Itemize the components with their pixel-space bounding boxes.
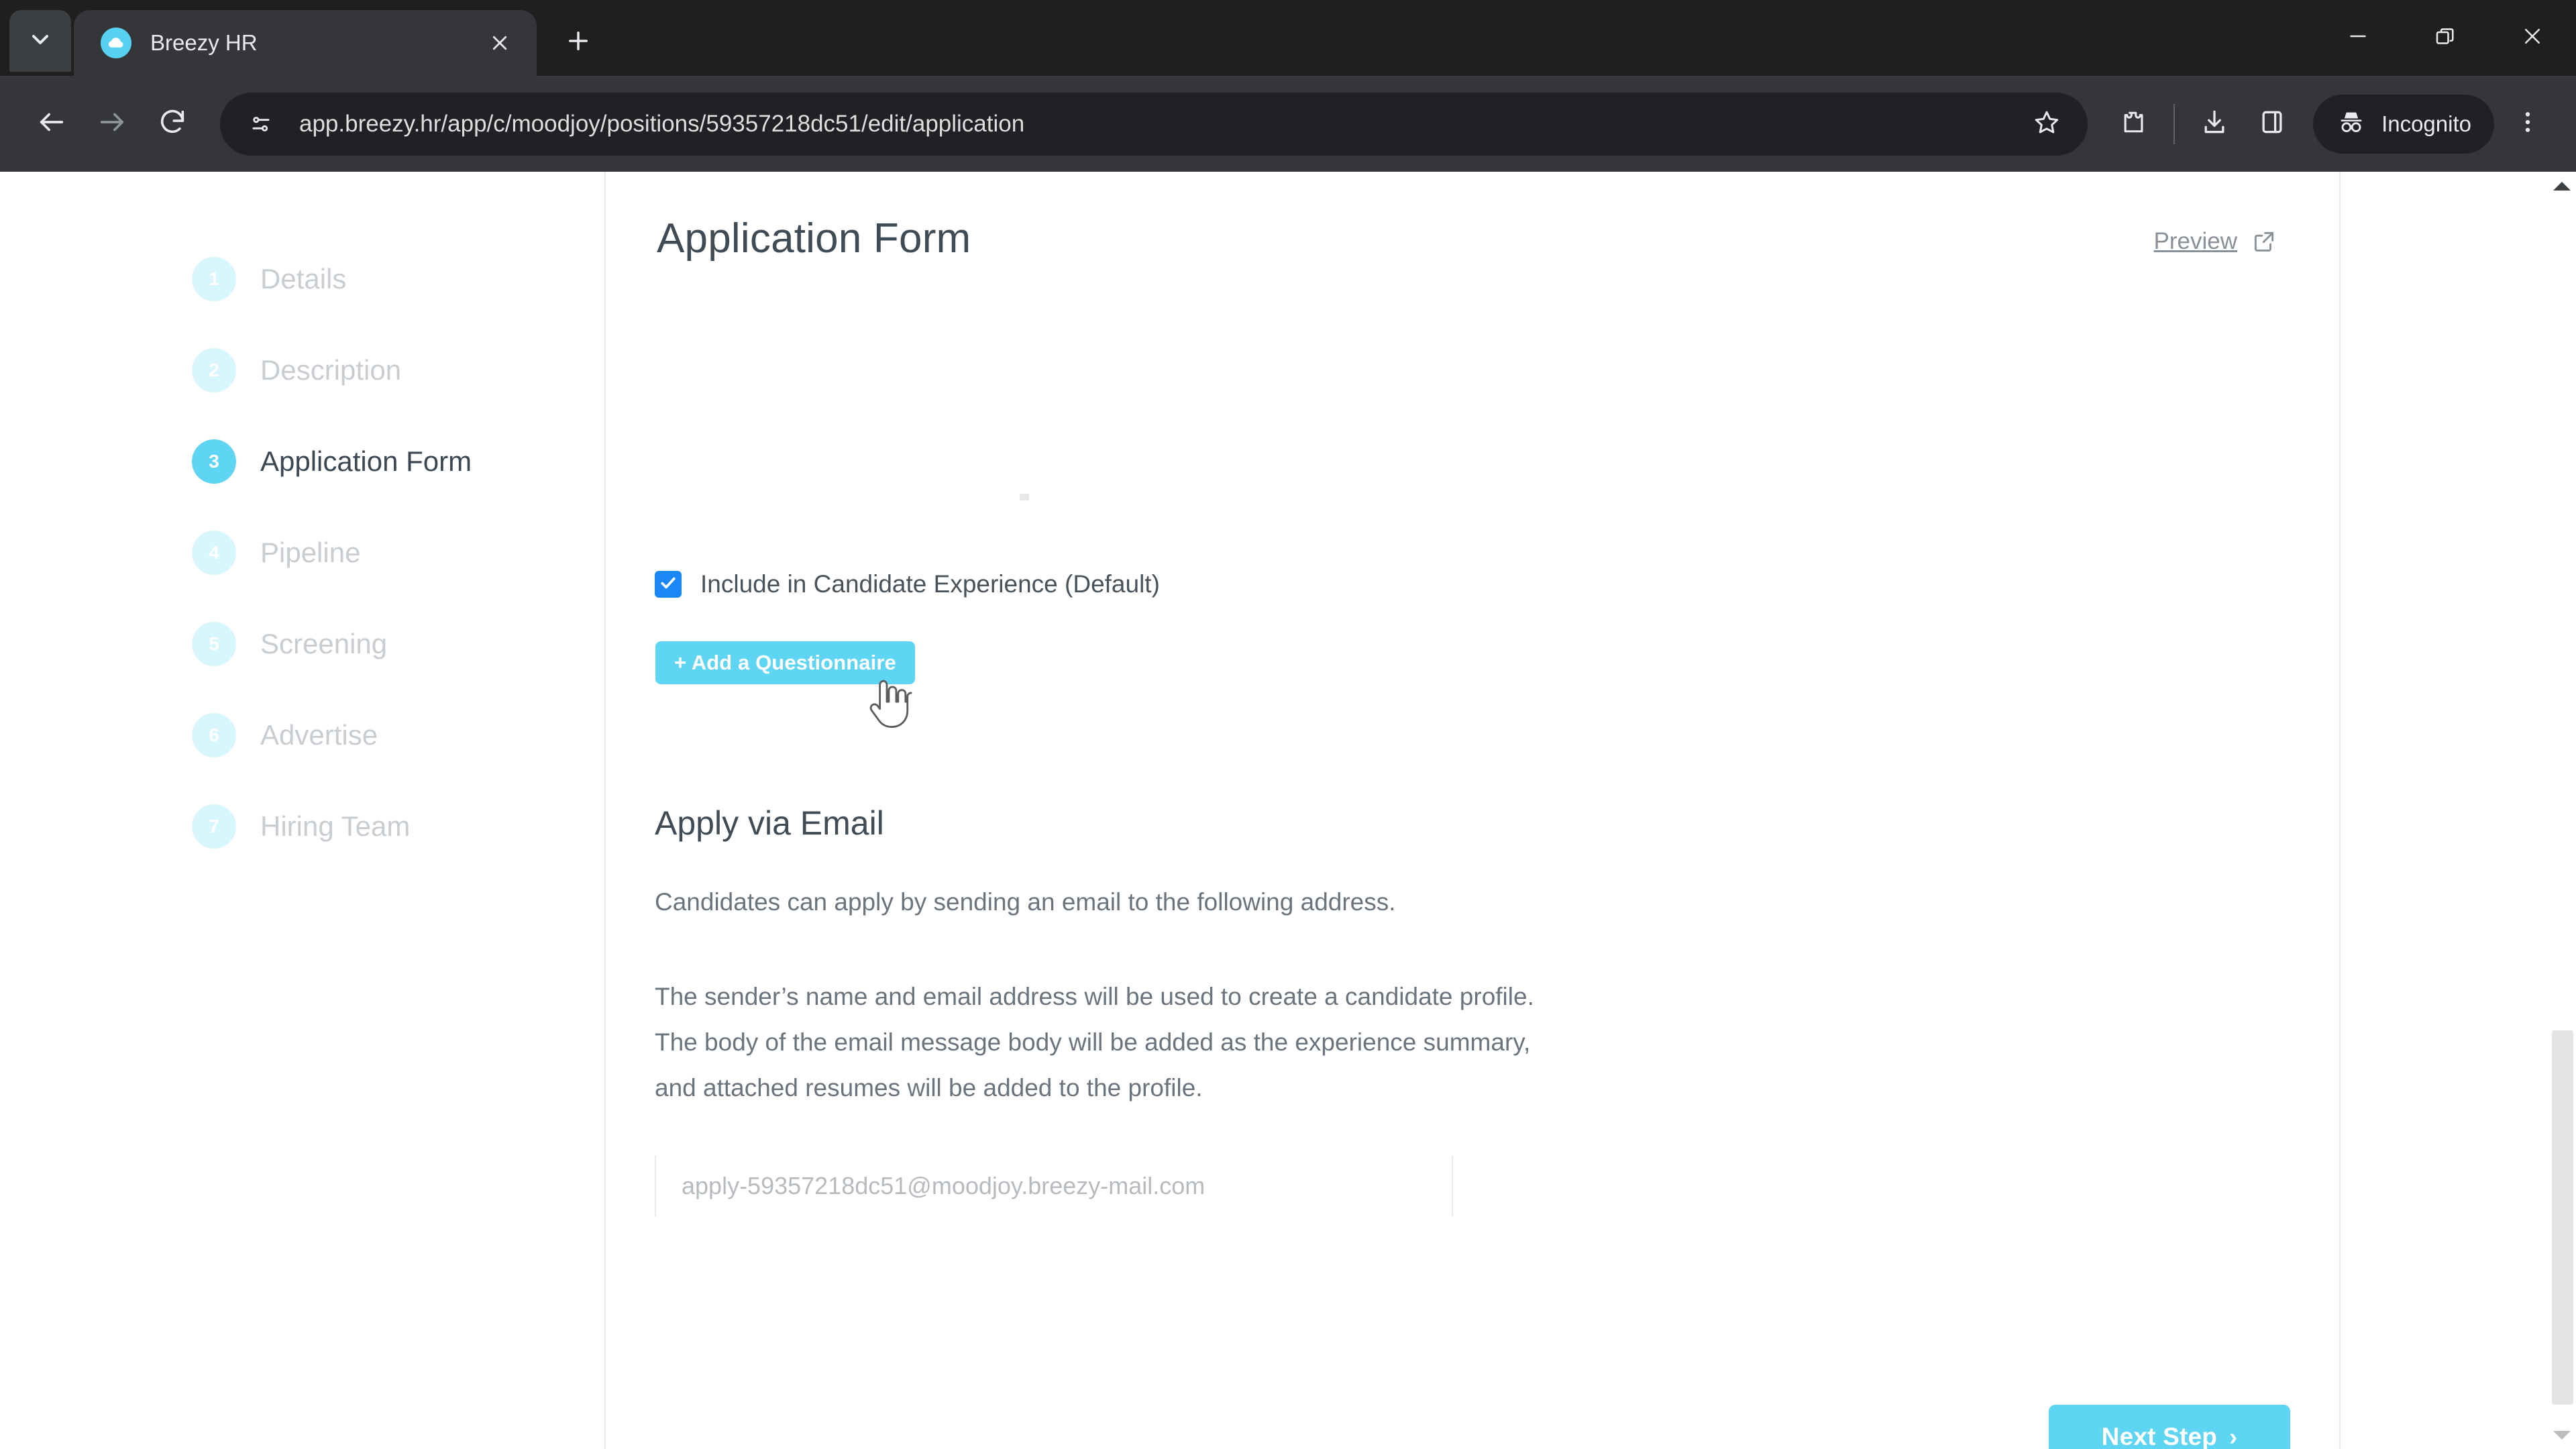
next-step-button[interactable]: Next Step › (2049, 1405, 2290, 1449)
step-number: 7 (192, 804, 236, 849)
card-header: Application Form Preview (606, 172, 2339, 262)
sidebar-step-advertise[interactable]: 6 Advertise (192, 690, 568, 781)
add-questionnaire-button[interactable]: + Add a Questionnaire (655, 641, 915, 684)
window-close-button[interactable] (2489, 0, 2576, 76)
step-number: 3 (192, 439, 236, 484)
step-label: Description (260, 354, 402, 386)
page-title: Application Form (657, 215, 971, 262)
close-icon (2520, 24, 2544, 52)
incognito-label: Incognito (2381, 111, 2471, 136)
downloads-button[interactable] (2186, 95, 2243, 153)
scrollbar-thumb[interactable] (2552, 1030, 2573, 1405)
page-viewport: 1 Details 2 Description 3 Application Fo… (0, 172, 2576, 1449)
page-scrollbar[interactable] (2548, 172, 2576, 1449)
page-content: 1 Details 2 Description 3 Application Fo… (0, 172, 2548, 1449)
toolbar-divider (2174, 103, 2176, 144)
step-number: 6 (192, 713, 236, 757)
apply-email-address-text: apply-59357218dc51@moodjoy.breezy-mail.c… (682, 1172, 1205, 1199)
download-icon (2200, 107, 2229, 140)
tab-search-button[interactable] (9, 10, 71, 72)
step-label: Details (260, 263, 347, 294)
url-text: app.breezy.hr/app/c/moodjoy/positions/59… (299, 110, 1025, 137)
checkmark-icon (659, 574, 678, 596)
step-number: 5 (192, 622, 236, 666)
next-step-label: Next Step (2101, 1423, 2218, 1449)
reload-button[interactable] (142, 94, 203, 154)
scroll-up-arrow-icon (2553, 181, 2571, 191)
arrow-left-icon (36, 107, 67, 141)
minimize-icon (2346, 24, 2370, 52)
step-number: 4 (192, 531, 236, 575)
step-label: Advertise (260, 719, 378, 751)
scrollbar-down-button[interactable] (2548, 1421, 2576, 1449)
external-link-icon (2251, 228, 2277, 255)
chevron-down-icon (27, 26, 54, 56)
window-minimize-button[interactable] (2314, 0, 2402, 76)
sidebar-step-pipeline[interactable]: 4 Pipeline (192, 507, 568, 598)
step-number: 2 (192, 348, 236, 392)
forward-button[interactable] (82, 94, 142, 154)
step-number: 1 (192, 257, 236, 301)
breezy-cloud-icon (101, 28, 131, 58)
plus-icon (564, 27, 592, 58)
restore-icon (2433, 24, 2457, 52)
sidebar-step-description[interactable]: 2 Description (192, 325, 568, 416)
chevron-right-icon: › (2229, 1423, 2238, 1449)
chrome-menu-button[interactable] (2501, 95, 2555, 153)
side-panel-icon (2257, 107, 2287, 140)
bookmark-button[interactable] (2019, 97, 2074, 152)
browser-tab[interactable]: Breezy HR (74, 10, 537, 76)
candidate-experience-checkbox[interactable] (655, 571, 682, 598)
window-maximize-button[interactable] (2402, 0, 2489, 76)
wizard-steps: 1 Details 2 Description 3 Application Fo… (192, 233, 568, 872)
sidebar-step-details[interactable]: 1 Details (192, 233, 568, 325)
apply-via-email-intro: Candidates can apply by sending an email… (655, 888, 1396, 916)
tab-title: Breezy HR (150, 30, 258, 55)
tab-strip: Breezy HR (0, 0, 2576, 76)
extensions-puzzle-icon (2119, 107, 2149, 140)
star-icon (2033, 108, 2061, 140)
new-tab-button[interactable] (554, 18, 602, 66)
back-button[interactable] (21, 94, 82, 154)
detail-line-3: and attached resumes will be added to th… (655, 1074, 1203, 1102)
preview-link[interactable]: Preview (2154, 228, 2277, 255)
close-icon[interactable] (482, 25, 518, 61)
detail-line-2: The body of the email message body will … (655, 1028, 1531, 1056)
candidate-experience-label: Include in Candidate Experience (Default… (700, 570, 1160, 598)
clipped-content-artifact (1020, 494, 1029, 500)
sidebar-step-screening[interactable]: 5 Screening (192, 598, 568, 690)
reload-icon (157, 107, 188, 141)
browser-toolbar: app.breezy.hr/app/c/moodjoy/positions/59… (0, 76, 2576, 172)
sidebar-step-application-form[interactable]: 3 Application Form (192, 416, 568, 507)
side-panel-button[interactable] (2243, 95, 2301, 153)
candidate-experience-checkbox-row[interactable]: Include in Candidate Experience (Default… (655, 570, 1160, 598)
scroll-down-arrow-icon (2553, 1430, 2571, 1440)
apply-via-email-details: The sender’s name and email address will… (655, 974, 1534, 1111)
preview-label: Preview (2153, 228, 2237, 254)
step-label: Hiring Team (260, 810, 411, 842)
detail-line-1: The sender’s name and email address will… (655, 983, 1534, 1010)
apply-via-email-heading: Apply via Email (655, 804, 884, 842)
three-dot-menu-icon (2514, 109, 2541, 139)
address-bar[interactable]: app.breezy.hr/app/c/moodjoy/positions/59… (220, 92, 2088, 156)
apply-email-address-field[interactable]: apply-59357218dc51@moodjoy.breezy-mail.c… (655, 1155, 1453, 1217)
incognito-hat-icon (2336, 107, 2367, 141)
step-label: Application Form (260, 445, 472, 477)
incognito-indicator[interactable]: Incognito (2313, 94, 2494, 154)
browser-window: Breezy HR app.breezy.hr/app/c/moodjoy/po… (0, 0, 2576, 1449)
step-label: Screening (260, 628, 388, 659)
step-label: Pipeline (260, 537, 361, 568)
sidebar-step-hiring-team[interactable]: 7 Hiring Team (192, 781, 568, 872)
extensions-button[interactable] (2105, 95, 2163, 153)
arrow-right-icon (97, 107, 127, 141)
window-controls (2314, 0, 2576, 76)
site-settings-icon[interactable] (240, 103, 282, 145)
scrollbar-up-button[interactable] (2548, 172, 2576, 200)
